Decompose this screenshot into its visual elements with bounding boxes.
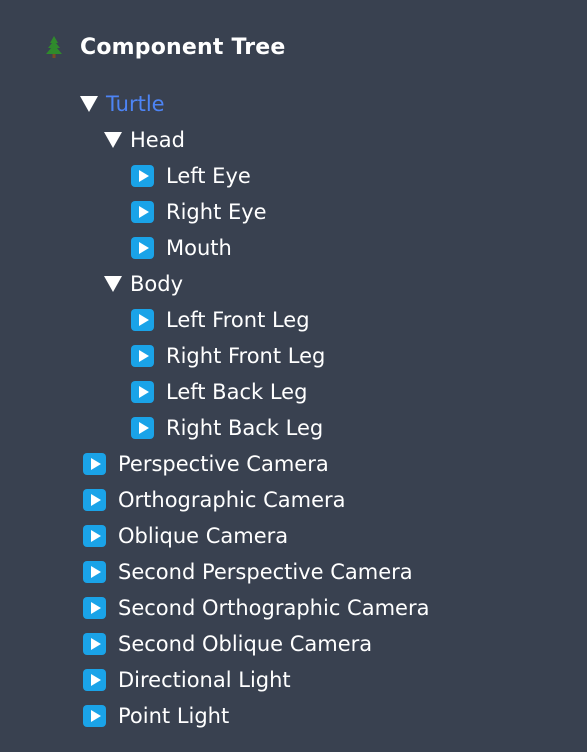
expanded-arrow-icon[interactable] (104, 276, 122, 292)
expanded-arrow-icon[interactable] (80, 96, 98, 112)
tree-node-head[interactable]: Head (0, 122, 429, 158)
tree-node-label: Right Back Leg (166, 416, 324, 440)
tree-node-label: Right Eye (166, 200, 267, 224)
tree-node-label: Left Front Leg (166, 308, 310, 332)
tree-node-left-eye[interactable]: Left Eye (0, 158, 429, 194)
tree-node-left-front-leg[interactable]: Left Front Leg (0, 302, 429, 338)
collapsed-play-icon[interactable] (83, 525, 106, 547)
tree-node-right-front-leg[interactable]: Right Front Leg (0, 338, 429, 374)
tree-node-orthographic-camera[interactable]: Orthographic Camera (0, 482, 429, 518)
collapsed-play-icon[interactable] (131, 381, 154, 403)
tree-node-label: Point Light (118, 704, 230, 728)
collapsed-play-icon[interactable] (83, 489, 106, 511)
collapsed-play-icon[interactable] (131, 237, 154, 259)
tree-node-point-light[interactable]: Point Light (0, 698, 429, 734)
collapsed-play-icon[interactable] (83, 669, 106, 691)
tree-node-label: Head (130, 128, 185, 152)
panel-header: Component Tree (44, 30, 286, 64)
tree-node-turtle[interactable]: Turtle (0, 86, 429, 122)
panel-title: Component Tree (80, 34, 286, 60)
tree-node-right-eye[interactable]: Right Eye (0, 194, 429, 230)
tree-node-label: Turtle (106, 92, 165, 116)
tree-node-label: Body (130, 272, 184, 296)
tree-node-label: Perspective Camera (118, 452, 329, 476)
expanded-arrow-icon[interactable] (104, 132, 122, 148)
component-tree-panel: Component Tree Turtle Head Left Eye Righ… (0, 0, 587, 752)
tree-node-left-back-leg[interactable]: Left Back Leg (0, 374, 429, 410)
collapsed-play-icon[interactable] (83, 705, 106, 727)
tree-node-second-oblique-camera[interactable]: Second Oblique Camera (0, 626, 429, 662)
collapsed-play-icon[interactable] (83, 561, 106, 583)
collapsed-play-icon[interactable] (131, 345, 154, 367)
tree-node-label: Left Back Leg (166, 380, 308, 404)
collapsed-play-icon[interactable] (83, 453, 106, 475)
tree-node-right-back-leg[interactable]: Right Back Leg (0, 410, 429, 446)
tree-node-label: Right Front Leg (166, 344, 326, 368)
tree-node-perspective-camera[interactable]: Perspective Camera (0, 446, 429, 482)
tree-node-second-perspective-camera[interactable]: Second Perspective Camera (0, 554, 429, 590)
tree-node-second-orthographic-camera[interactable]: Second Orthographic Camera (0, 590, 429, 626)
tree-node-label: Second Oblique Camera (118, 632, 373, 656)
collapsed-play-icon[interactable] (131, 417, 154, 439)
tree-node-label: Second Orthographic Camera (118, 596, 430, 620)
collapsed-play-icon[interactable] (131, 309, 154, 331)
evergreen-tree-icon (44, 35, 64, 59)
tree-node-label: Orthographic Camera (118, 488, 346, 512)
tree-node-label: Left Eye (166, 164, 251, 188)
tree-node-oblique-camera[interactable]: Oblique Camera (0, 518, 429, 554)
component-tree: Turtle Head Left Eye Right Eye Mouth Bod… (0, 86, 429, 734)
tree-node-mouth[interactable]: Mouth (0, 230, 429, 266)
collapsed-play-icon[interactable] (131, 201, 154, 223)
tree-node-label: Oblique Camera (118, 524, 289, 548)
collapsed-play-icon[interactable] (131, 165, 154, 187)
collapsed-play-icon[interactable] (83, 597, 106, 619)
tree-node-label: Directional Light (118, 668, 291, 692)
tree-node-body[interactable]: Body (0, 266, 429, 302)
tree-node-directional-light[interactable]: Directional Light (0, 662, 429, 698)
tree-node-label: Second Perspective Camera (118, 560, 413, 584)
tree-node-label: Mouth (166, 236, 232, 260)
collapsed-play-icon[interactable] (83, 633, 106, 655)
